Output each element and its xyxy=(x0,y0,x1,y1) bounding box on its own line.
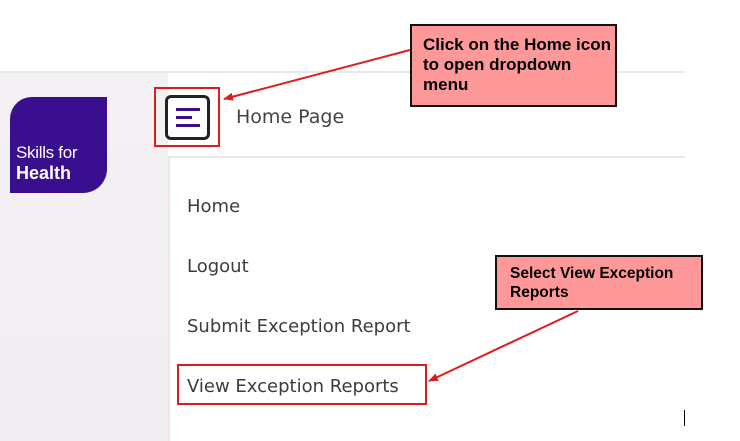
menu-item-submit-exception-report[interactable]: Submit Exception Report xyxy=(187,316,411,337)
text-cursor xyxy=(684,410,685,426)
menu-item-home[interactable]: Home xyxy=(187,196,240,217)
logo-line-1: Skills for xyxy=(16,143,78,162)
view-reports-highlight xyxy=(177,364,427,405)
page-title: Home Page xyxy=(236,106,345,128)
arrow-to-home-icon xyxy=(223,49,411,101)
callout-home-icon: Click on the Home icon to open dropdown … xyxy=(410,24,617,107)
menu-item-logout[interactable]: Logout xyxy=(187,256,249,277)
skills-for-health-logo: Skills for Health xyxy=(10,97,107,193)
home-button-highlight xyxy=(154,87,220,147)
screenshot-stage: Skills for Health Home Page Home Logout … xyxy=(0,0,740,441)
callout-view-reports: Select View Exception Reports xyxy=(495,255,703,310)
logo-line-2: Health xyxy=(16,163,72,183)
